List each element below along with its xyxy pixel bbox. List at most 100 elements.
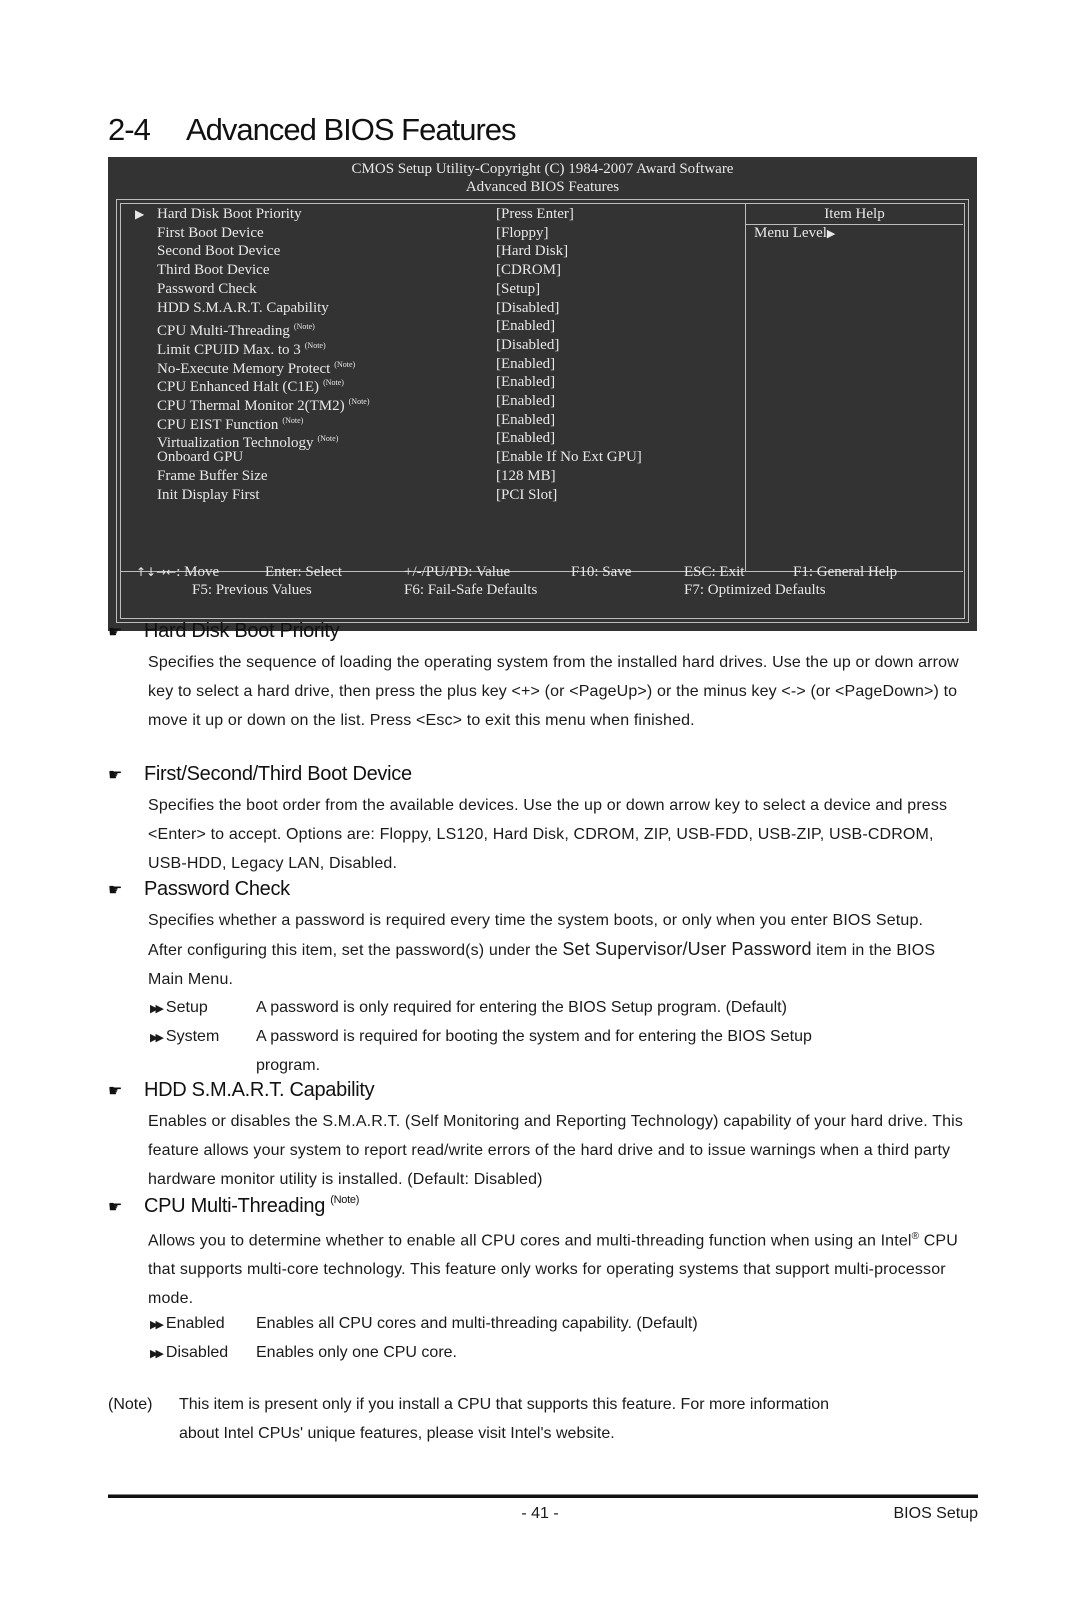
option-key: System [165, 1028, 220, 1045]
registered-mark: ® [911, 1231, 920, 1242]
paragraph-cpu-multi-threading: Allows you to determine whether to enabl… [148, 1222, 978, 1313]
bios-item-label: Init Display First [157, 486, 260, 503]
help-menu-level-text: Menu Level [754, 225, 827, 241]
pointing-hand-icon: ☛ [108, 882, 123, 899]
bios-item-value[interactable]: [Hard Disk] [496, 242, 568, 261]
page-number: - 41 - [521, 1505, 559, 1522]
bios-header-copyright: CMOS Setup Utility-Copyright (C) 1984-20… [351, 161, 734, 177]
pointing-hand-icon: ☛ [108, 1083, 123, 1100]
option-key: Setup [165, 999, 208, 1016]
note-superscript: (Note) [334, 359, 356, 369]
bios-item-value[interactable]: [Enabled] [496, 373, 555, 392]
option-enabled: ▶▶ Enabled Enables all CPU cores and multi… [150, 1309, 698, 1340]
key-previous: F5: Previous Values [192, 582, 312, 598]
bios-item-label: HDD S.M.A.R.T. Capability [157, 299, 329, 316]
double-arrow-icon: ▶▶ [150, 1032, 164, 1044]
arrow-keys-icon: ↑↓→← [136, 565, 177, 579]
double-arrow-icon: ▶▶ [150, 1319, 164, 1331]
bios-item-label: Second Boot Device [157, 243, 281, 260]
section-title-text: Advanced BIOS Features [186, 112, 517, 147]
option-system-cont: program. [256, 1057, 321, 1074]
key-optimized: F7: Optimized Defaults [684, 582, 826, 598]
heading-text: CPU Multi-Threading [144, 1195, 326, 1217]
pointing-hand-icon: ☛ [108, 1199, 123, 1216]
heading-hard-disk-boot-priority: ☛ Hard Disk Boot Priority [108, 620, 340, 643]
bios-item-value[interactable]: [Disabled] [496, 336, 559, 355]
help-divider [745, 203, 746, 571]
paragraph-text: Allows you to determine whether to enabl… [148, 1232, 912, 1250]
heading-text: Password Check [144, 878, 290, 900]
bios-item-value[interactable]: [CDROM] [496, 261, 561, 280]
option-setup: ▶▶ Setup A password is only required for e… [150, 993, 787, 1024]
pointing-hand-icon: ☛ [108, 624, 123, 641]
bios-item-label: Frame Buffer Size [157, 467, 268, 484]
bios-item-label: Hard Disk Boot Priority [157, 206, 302, 222]
bios-item-value[interactable]: [Enabled] [496, 355, 555, 374]
key-exit: ESC: Exit [684, 564, 745, 580]
menu-reference: Set Supervisor/User Password [562, 939, 812, 959]
menu-level-arrow-icon: ▶ [826, 228, 836, 240]
bios-item-label: Password Check [157, 280, 257, 297]
heading-hdd-smart: ☛ HDD S.M.A.R.T. Capability [108, 1079, 375, 1102]
note-superscript: (Note) [317, 434, 339, 444]
note-superscript: (Note) [282, 415, 304, 425]
selected-item-arrow-icon: ▶ [135, 207, 145, 221]
option-desc: A password is required for booting the s… [256, 1028, 812, 1045]
footer-rule [108, 1495, 978, 1498]
bios-item-label: Onboard GPU [157, 449, 244, 466]
key-value: +/-/PU/PD: Value [404, 564, 511, 580]
key-select: Enter: Select [265, 564, 343, 580]
option-disabled: ▶▶ Disabled Enables only one CPU core. [150, 1338, 457, 1369]
paragraph-boot-device: Specifies the boot order from the availa… [148, 797, 948, 872]
bios-item-value[interactable]: [Enabled] [496, 411, 555, 430]
heading-password-check: ☛ Password Check [108, 878, 290, 901]
bios-item-value[interactable]: [Disabled] [496, 299, 559, 318]
paragraph-hdd-smart: Enables or disables the S.M.A.R.T. (Self… [148, 1113, 963, 1188]
section-title: 2-4 Advanced BIOS Features [108, 112, 517, 148]
bios-item-value[interactable]: [128 MB] [496, 467, 556, 486]
heading-text: Hard Disk Boot Priority [144, 620, 340, 642]
note-line-2: about Intel CPUs' unique features, pleas… [179, 1425, 615, 1442]
key-failsafe: F6: Fail-Safe Defaults [404, 582, 538, 598]
item-help-title: Item Help [824, 206, 885, 222]
bios-item-value[interactable]: [Floppy] [496, 224, 549, 243]
double-arrow-icon: ▶▶ [150, 1003, 164, 1015]
paragraph-hard-disk-boot-priority: Specifies the sequence of loading the op… [148, 654, 959, 729]
section-number: 2-4 [108, 112, 151, 147]
key-save: F10: Save [571, 564, 632, 580]
option-system: ▶▶ System A password is required for booti… [150, 1022, 812, 1053]
note-superscript: (Note) [293, 322, 315, 332]
note-superscript: (Note) [304, 340, 326, 350]
help-menu-level: Menu Level▶ [754, 225, 835, 242]
note-superscript: (Note) [323, 378, 344, 388]
bios-item-label: First Boot Device [157, 224, 264, 241]
chapter-name: BIOS Setup [893, 1505, 979, 1522]
paragraph-password-check: Specifies whether a password is required… [148, 906, 948, 994]
bios-item-label: Third Boot Device [157, 262, 270, 279]
bios-item-value[interactable]: [PCI Slot] [496, 486, 557, 505]
option-desc: A password is only required for entering… [256, 999, 787, 1016]
option-desc: Enables only one CPU core. [256, 1344, 457, 1361]
bios-item-value[interactable]: [Setup] [496, 280, 540, 299]
heading-cpu-multi-threading: ☛ CPU Multi-Threading (Note) [108, 1194, 359, 1218]
key-help: F1: General Help [793, 564, 898, 580]
note-superscript: (Note) [330, 1194, 360, 1206]
heading-boot-device: ☛ First/Second/Third Boot Device [108, 763, 412, 786]
note-superscript: (Note) [348, 397, 370, 406]
key-move-text: : Move [176, 564, 220, 580]
heading-text: First/Second/Third Boot Device [144, 763, 412, 785]
bios-item-value[interactable]: [Enabled] [496, 392, 555, 411]
option-key: Enabled [165, 1315, 225, 1332]
heading-text: HDD S.M.A.R.T. Capability [144, 1079, 375, 1101]
bios-item-value[interactable]: [Enabled] [496, 317, 555, 336]
bios-item-value[interactable]: [Enable If No Ext GPU] [496, 448, 642, 467]
bios-header-page: Advanced BIOS Features [465, 179, 620, 195]
pointing-hand-icon: ☛ [108, 767, 123, 784]
double-arrow-icon: ▶▶ [150, 1348, 164, 1360]
bios-item-value[interactable]: [Enabled] [496, 429, 555, 448]
option-desc: Enables all CPU cores and multi-threadin… [256, 1315, 698, 1332]
option-key: Disabled [165, 1344, 229, 1361]
bios-screenshot: CMOS Setup Utility-Copyright (C) 1984-20… [108, 157, 977, 631]
key-move: ↑↓→←: Move [136, 563, 219, 582]
bios-item-value[interactable]: [Press Enter] [496, 205, 574, 224]
